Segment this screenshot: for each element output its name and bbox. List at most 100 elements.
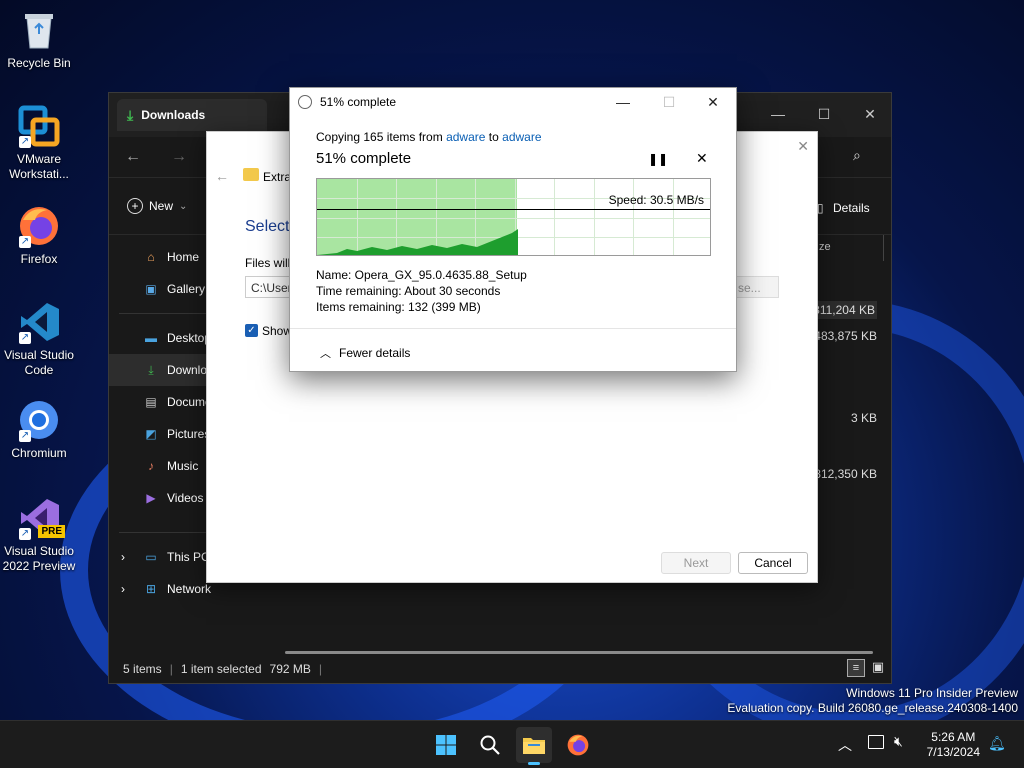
explorer-close-button[interactable]: ✕ [847,99,893,129]
desktop-icon-visual-studio[interactable]: PRE ↗ Visual Studio 2022 Preview [2,496,76,574]
back-arrow-icon[interactable]: ← [125,148,141,166]
status-item-count: 5 items [123,662,162,676]
details-button[interactable]: Details [833,201,870,215]
next-button[interactable]: Next [661,552,731,574]
taskbar-firefox[interactable] [560,727,596,763]
zip-folder-icon [243,168,259,181]
desktop-icon-label: Visual Studio Code [4,348,74,377]
network-tray-icon[interactable] [868,735,884,749]
clock[interactable]: 5:26 AM 7/13/2024 [927,730,980,760]
vscode-icon: ↗ [17,300,61,344]
explorer-maximize-button[interactable]: ☐ [801,99,847,129]
size-column-header[interactable]: ze [819,241,831,253]
desktop-icon-label: VMware Workstati... [9,152,69,181]
desktop-icon-label: Recycle Bin [7,56,71,70]
new-button[interactable]: New [149,199,173,213]
forward-arrow-icon[interactable]: → [171,148,187,166]
pause-button[interactable]: ❚❚ [648,152,668,166]
desktop-folder-icon: ▬ [145,331,157,345]
nav-item-label: Network [167,582,212,596]
search-button[interactable] [472,727,508,763]
active-indicator [528,762,540,765]
search-icon[interactable]: ⌕ [853,147,861,164]
progress-close-button[interactable]: ✕ [690,88,736,116]
progress-window-title: 51% complete [320,95,397,109]
explorer-status-bar: 5 items | 1 item selected 792 MB | ≡ ▣ [109,655,891,683]
details-view-icon[interactable]: ≡ [847,659,865,677]
progress-heading: 51% complete [316,150,412,167]
cancel-button[interactable]: Cancel [738,552,808,574]
shortcut-arrow-icon: ↗ [19,528,31,540]
videos-icon: ▶ [146,491,156,505]
chevron-up-icon[interactable]: ︿ [838,735,852,755]
time-remaining-line: Time remaining: About 30 seconds [316,284,501,298]
music-icon: ♪ [148,459,154,473]
cancel-copy-button[interactable]: ✕ [696,150,708,167]
show-files-checkbox[interactable]: ✓ [245,324,258,337]
desktop-icon-vmware[interactable]: ↗ VMware Workstati... [2,104,76,182]
nav-item-label: Docume [167,395,212,409]
desktop-icon-recycle-bin[interactable]: Recycle Bin [2,8,76,71]
fewer-details-toggle[interactable]: ︿ Fewer details [320,345,410,361]
watermark-line-1: Windows 11 Pro Insider Preview [846,686,1018,700]
desktop-icon-vscode[interactable]: ↗ Visual Studio Code [2,300,76,378]
close-icon[interactable]: ✕ [797,138,809,155]
desktop-icon-label: Firefox [20,252,58,266]
explorer-tab-downloads[interactable]: ⤓ Downloads [117,99,267,131]
chevron-up-icon: ︿ [320,348,331,360]
show-files-label: Show [262,324,293,338]
transfer-speed-graph: Speed: 30.5 MB/s [316,178,711,256]
desktop-icon-label: Visual Studio 2022 Preview [2,544,76,573]
gallery-icon: ▣ [145,282,157,296]
windows-logo-icon [436,735,456,755]
details-divider [290,328,736,329]
status-divider: | [169,662,173,676]
browse-button[interactable]: se... [735,276,779,298]
shortcut-arrow-icon: ↗ [19,332,31,344]
visual-studio-icon: PRE ↗ [17,496,65,540]
speed-label: Speed: 30.5 MB/s [608,193,704,207]
file-size-cell: 483,875 KB [814,329,877,343]
progress-minimize-button[interactable]: — [600,88,646,116]
computer-icon: ▭ [145,550,157,564]
notification-bell-icon[interactable]: 🔔︎ [988,735,1006,752]
nav-item-label: Videos [167,491,204,505]
shortcut-arrow-icon: ↗ [19,136,31,148]
back-arrow-icon[interactable]: ← [215,168,229,184]
chromium-icon: ↗ [17,398,61,442]
copying-prefix: Copying 165 items from [316,130,443,144]
file-name-line: Name: Opera_GX_95.0.4635.88_Setup [316,268,527,282]
nav-item-label: Downlo [167,363,208,377]
file-size-cell: 812,350 KB [814,467,877,481]
shortcut-arrow-icon: ↗ [19,236,31,248]
destination-folder-link[interactable]: adware [502,130,541,144]
explorer-minimize-button[interactable]: — [755,99,801,129]
desktop-icon-label: Chromium [11,446,67,460]
desktop-icon-chromium[interactable]: ↗ Chromium [2,398,76,461]
tiles-view-icon[interactable]: ▣ [869,659,887,677]
new-plus-icon: + [127,198,143,214]
download-icon: ⤓ [148,362,154,377]
taskbar-file-explorer[interactable] [516,727,552,765]
desktop-icon-firefox[interactable]: ↗ Firefox [2,204,76,267]
shortcut-arrow-icon: ↗ [19,430,31,442]
chevron-right-icon: › [121,582,125,596]
nav-item-label: Music [167,459,199,473]
horizontal-scrollbar[interactable] [285,651,873,654]
document-icon: ▤ [145,395,157,409]
firefox-icon [567,734,589,756]
start-button[interactable] [428,727,464,763]
wizard-breadcrumb: Extra [263,170,292,184]
progress-maximize-button[interactable]: ☐ [646,88,692,116]
progress-titlebar: 51% complete — ☐ ✕ [290,88,736,116]
file-size-cell: 3 KB [850,411,877,425]
nav-item-label: Desktop [167,331,212,345]
network-icon: ⊞ [145,582,157,596]
volume-muted-icon[interactable]: 🔇︎ [894,733,903,750]
windows-watermark: Windows 11 Pro Insider Preview Evaluatio… [727,686,1018,716]
clock-time: 5:26 AM [931,730,976,744]
pre-badge: PRE [38,525,65,538]
source-folder-link[interactable]: adware [446,130,485,144]
to-word: to [488,130,499,144]
column-divider [883,235,884,261]
